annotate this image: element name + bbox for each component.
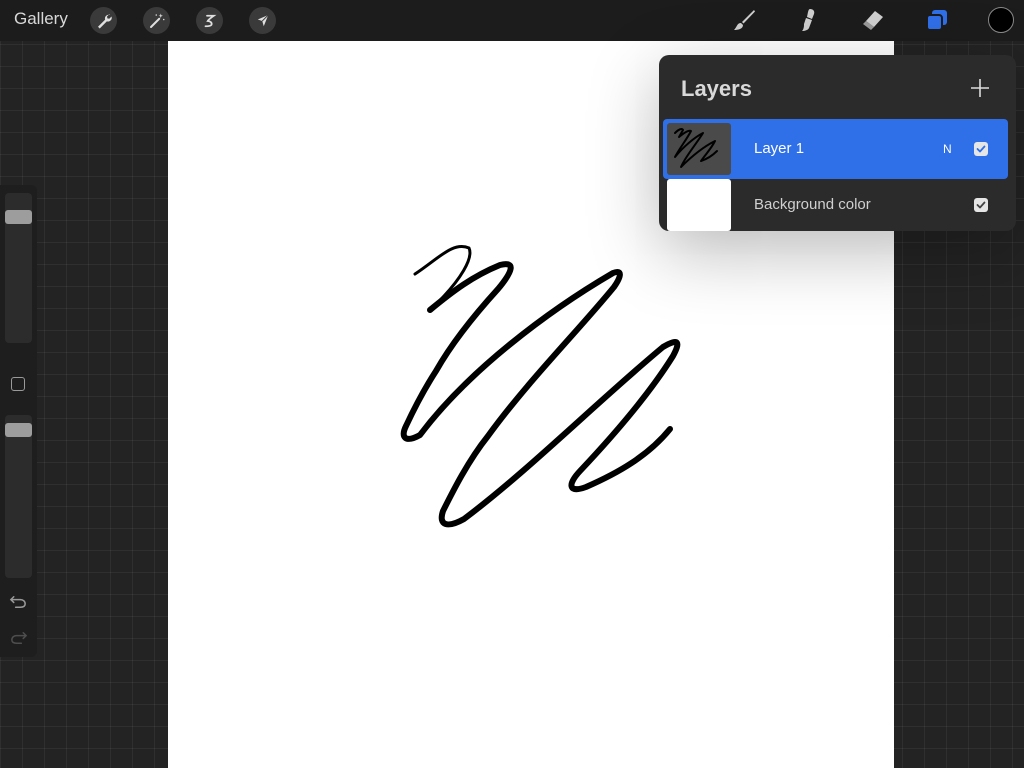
- layer-visibility-checkbox[interactable]: [974, 142, 988, 156]
- color-picker-button[interactable]: [988, 7, 1014, 33]
- plus-icon[interactable]: [969, 77, 991, 99]
- magic-wand-icon: [149, 13, 164, 28]
- checkmark-icon: [976, 145, 986, 153]
- eraser-button[interactable]: [858, 5, 888, 35]
- wrench-icon: [97, 13, 112, 28]
- adjustments-button[interactable]: [143, 7, 170, 34]
- smudge-button[interactable]: [793, 5, 823, 35]
- transform-arrow-icon: [257, 14, 269, 26]
- layers-button[interactable]: [922, 5, 952, 35]
- blend-mode-button[interactable]: N: [943, 142, 952, 156]
- checkmark-icon: [976, 201, 986, 209]
- selection-button[interactable]: [196, 7, 223, 34]
- layer-row-layer-1[interactable]: Layer 1 N: [663, 119, 1008, 179]
- layers-panel: Layers Layer 1 N Background color: [659, 55, 1016, 231]
- selection-icon: [204, 14, 216, 27]
- opacity-thumb[interactable]: [5, 423, 32, 437]
- actions-button[interactable]: [90, 7, 117, 34]
- opacity-slider[interactable]: [5, 415, 32, 578]
- transform-button[interactable]: [249, 7, 276, 34]
- redo-icon[interactable]: [9, 628, 28, 647]
- layer-row-background-color[interactable]: Background color: [663, 175, 1008, 235]
- modify-square-icon[interactable]: [11, 377, 25, 391]
- layer-thumbnail: [667, 123, 731, 175]
- brush-button[interactable]: [729, 5, 759, 35]
- brush-icon: [734, 10, 755, 30]
- layers-panel-title: Layers: [681, 76, 752, 101]
- layer-visibility-checkbox[interactable]: [974, 198, 988, 212]
- smudge-icon: [802, 9, 815, 31]
- layer-name: Background color: [754, 196, 871, 213]
- eraser-icon: [863, 11, 883, 30]
- top-toolbar: Gallery: [0, 0, 1024, 41]
- layer-name: Layer 1: [754, 140, 805, 157]
- brush-size-thumb[interactable]: [5, 210, 32, 224]
- left-sidebar: [0, 185, 37, 657]
- background-color-thumbnail: [667, 179, 731, 231]
- layers-icon: [926, 10, 947, 31]
- brush-size-slider[interactable]: [5, 193, 32, 343]
- undo-icon[interactable]: [9, 592, 28, 611]
- gallery-button[interactable]: Gallery: [14, 9, 68, 29]
